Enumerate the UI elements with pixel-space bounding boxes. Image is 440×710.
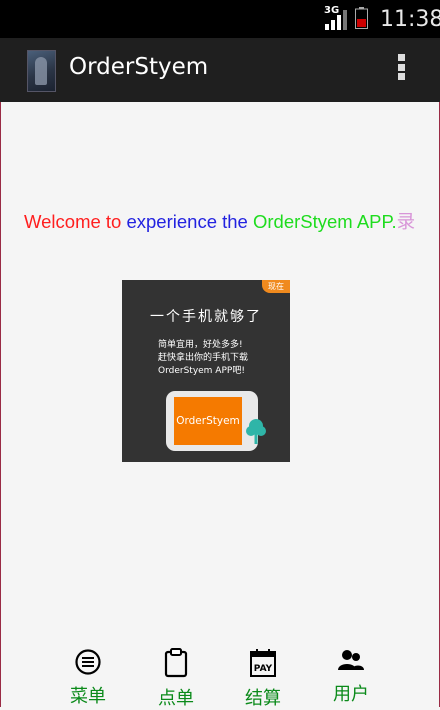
promo-phone-illustration: OrderStyem: [166, 391, 258, 451]
promo-line-3: OrderStyem APP吧!: [158, 366, 245, 376]
welcome-message: Welcome to experience the OrderStyem APP…: [24, 208, 440, 234]
promo-line-2: 赶快拿出你的手机下载: [158, 353, 249, 363]
tree-icon: [246, 419, 266, 444]
promo-headline: 一个手机就够了: [150, 309, 262, 325]
pay-calendar-icon: PAY: [250, 649, 276, 677]
promo-corner-tag: 现在: [262, 280, 290, 293]
nav-label-users: 用户: [333, 684, 369, 705]
promo-phone-label: OrderStyem: [174, 397, 242, 445]
welcome-text-pink: 录: [396, 211, 416, 232]
nav-label-checkout: 结算: [245, 688, 281, 709]
promo-banner: 现在 一个手机就够了 简单宜用，好处多多! 赶快拿出你的手机下载 OrderSt…: [122, 280, 290, 462]
nav-label-order: 点单: [158, 688, 194, 709]
battery-icon: [355, 7, 368, 29]
action-bar: [0, 38, 440, 102]
welcome-text-blue: experience the: [126, 211, 253, 232]
nav-item-order[interactable]: 点单: [146, 640, 206, 709]
promo-line-1: 简单宜用，好处多多!: [158, 340, 243, 350]
clipboard-icon: [164, 648, 188, 678]
status-clock: 11:38: [380, 7, 440, 32]
users-icon: [338, 650, 364, 670]
status-bar: 3G 11:38: [0, 0, 440, 38]
nav-item-users[interactable]: 用户: [321, 640, 381, 707]
welcome-text-green: OrderStyem APP.: [253, 211, 397, 232]
app-title: OrderStyem: [69, 54, 209, 80]
app-logo-icon[interactable]: [27, 50, 56, 92]
signal-icon: [325, 10, 347, 30]
menu-list-icon: [75, 649, 101, 675]
svg-text:PAY: PAY: [254, 664, 273, 674]
bottom-navigation: 菜单 点单 PAY 结算 用户: [0, 640, 440, 709]
nav-item-checkout[interactable]: PAY 结算: [233, 640, 293, 709]
overflow-menu-icon[interactable]: [394, 54, 408, 84]
nav-item-menu[interactable]: 菜单: [58, 640, 118, 707]
welcome-text-red: Welcome to: [24, 211, 127, 232]
nav-label-menu: 菜单: [70, 686, 106, 707]
content-border-left: [0, 102, 1, 707]
